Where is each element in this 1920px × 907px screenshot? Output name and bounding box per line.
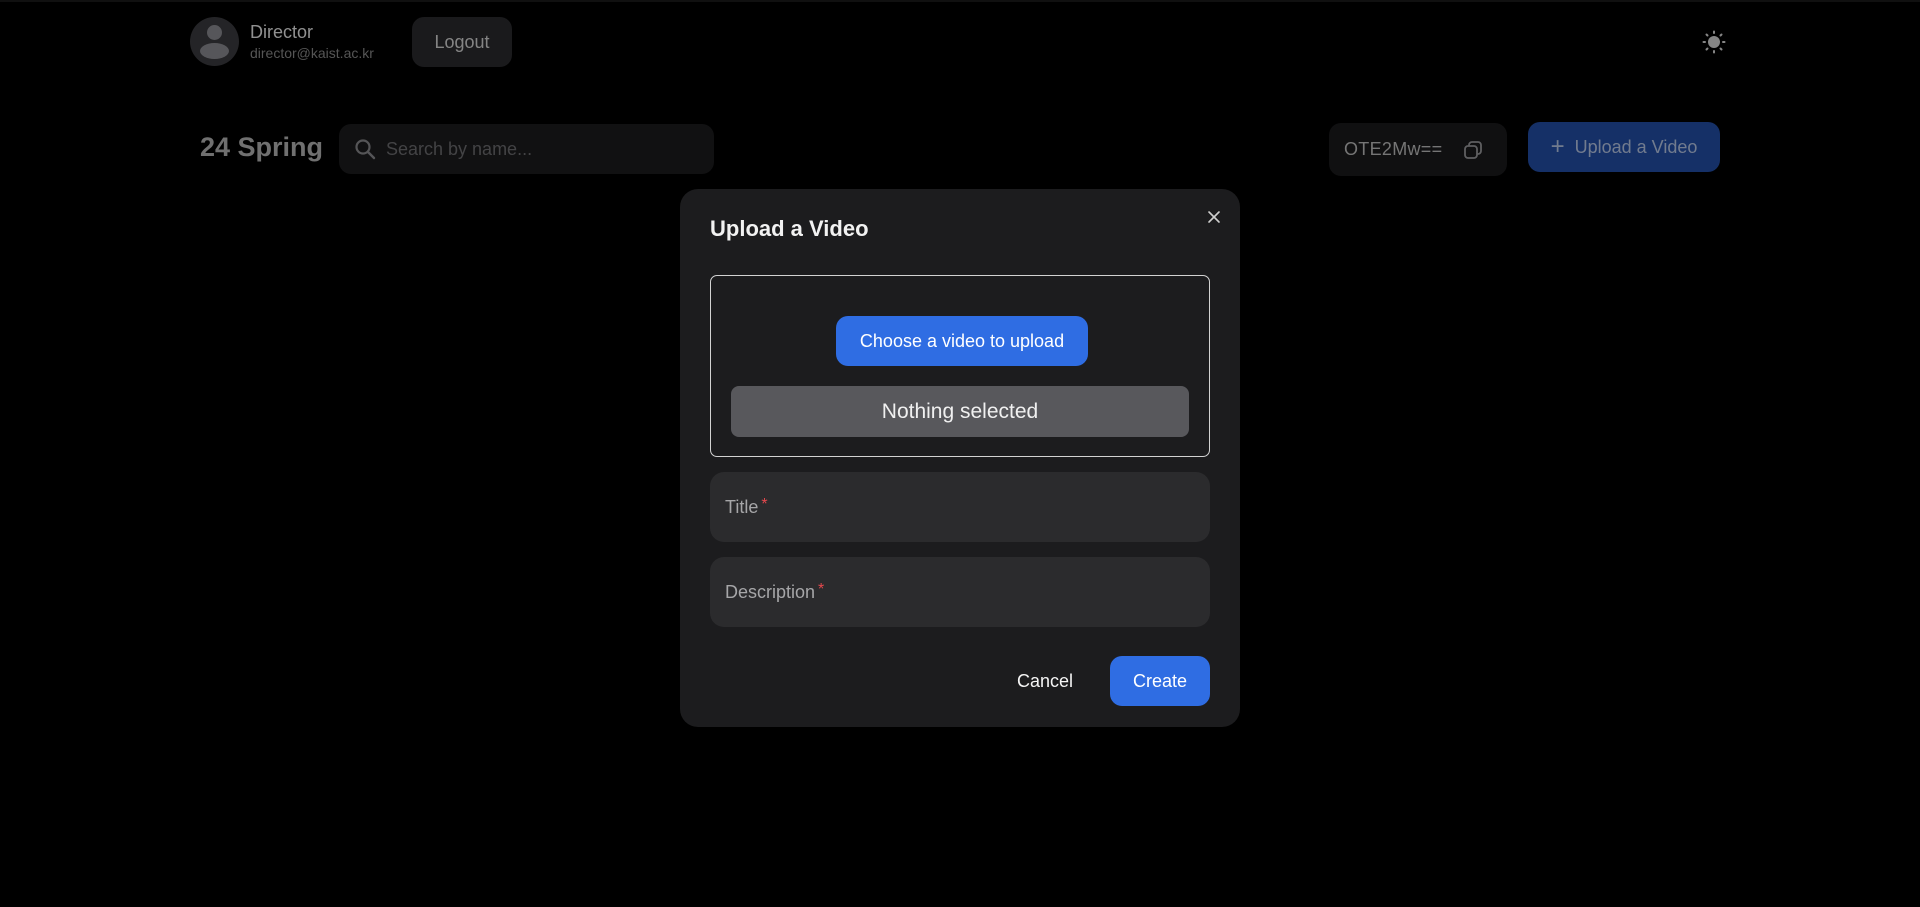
title-field-label: Title [725,496,759,517]
choose-video-button[interactable]: Choose a video to upload [836,316,1088,366]
upload-video-modal: Upload a Video Choose a video to upload … [680,189,1240,727]
close-button[interactable] [1202,205,1226,229]
description-field-label: Description [725,581,816,602]
title-field[interactable]: Title * [710,472,1210,542]
video-dropzone[interactable]: Choose a video to upload Nothing selecte… [710,275,1210,457]
create-button[interactable]: Create [1110,656,1210,706]
selected-file-status: Nothing selected [731,386,1189,437]
required-marker: * [761,496,768,513]
required-marker: * [818,581,825,598]
modal-title: Upload a Video [710,216,869,241]
cancel-button[interactable]: Cancel [1007,656,1083,706]
close-icon [1208,211,1220,223]
description-field[interactable]: Description * [710,557,1210,627]
